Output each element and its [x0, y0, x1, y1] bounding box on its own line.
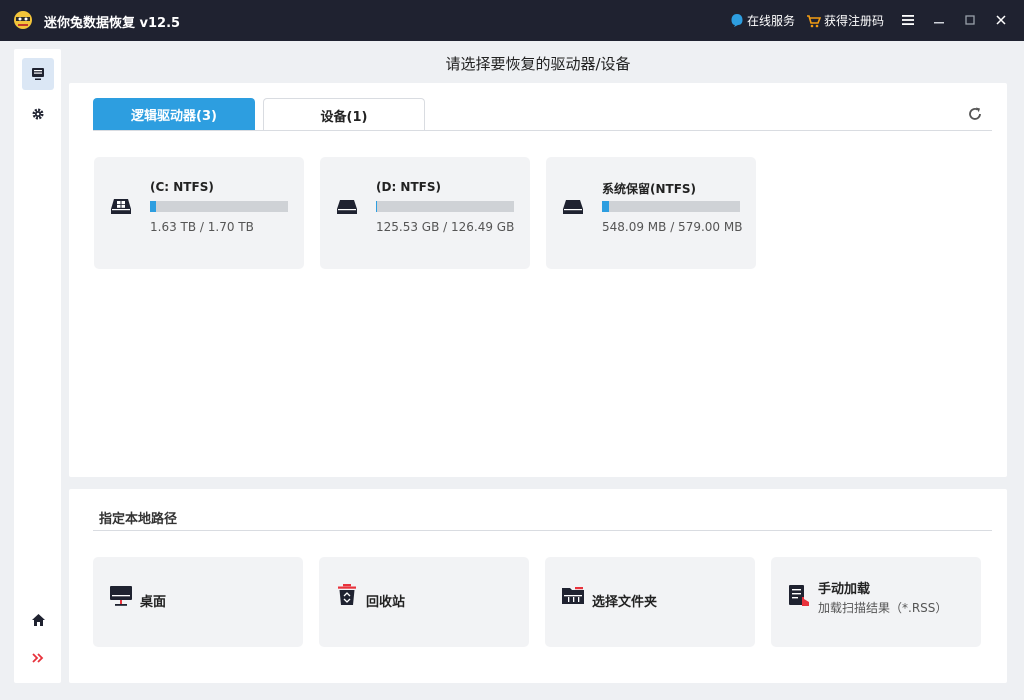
- drive-card-d[interactable]: (D: NTFS) 125.53 GB / 126.49 GB: [320, 157, 530, 269]
- path-card-label: 桌面: [140, 595, 167, 610]
- close-icon: [996, 15, 1006, 25]
- path-card-sublabel: 加载扫描结果（*.RSS）: [818, 601, 948, 615]
- drive-name: (C: NTFS): [150, 180, 214, 194]
- drive-usage-bar: [602, 201, 740, 212]
- hamburger-icon: [902, 15, 914, 25]
- gear-icon: [32, 108, 44, 120]
- windows-drive-icon: [111, 199, 131, 214]
- drive-name: (D: NTFS): [376, 180, 441, 194]
- folder-icon: [562, 587, 584, 604]
- tab-logical-drives[interactable]: 逻辑驱动器(3): [93, 98, 255, 131]
- drive-usage-bar: [150, 201, 288, 212]
- close-button[interactable]: [992, 11, 1010, 29]
- app-title: 迷你兔数据恢复 v12.5: [44, 16, 181, 31]
- path-card-label: 手动加载: [818, 582, 871, 597]
- app-logo-icon: [14, 11, 32, 29]
- computer-icon: [32, 68, 44, 80]
- online-service-link[interactable]: 在线服务: [730, 12, 795, 29]
- drive-card-c[interactable]: (C: NTFS) 1.63 TB / 1.70 TB: [94, 157, 304, 269]
- drive-panel: 逻辑驱动器(3) 设备(1) (C: NTFS) 1.63 TB / 1.70 …: [69, 83, 1007, 477]
- path-card-recycle-bin[interactable]: 回收站: [319, 557, 529, 647]
- sidebar: [14, 49, 61, 683]
- recycle-bin-icon: [338, 584, 356, 605]
- local-path-panel: 指定本地路径 桌面 回收站 选择文件夹 手动加载 加载扫描结果（*.RSS）: [69, 489, 1007, 683]
- hard-drive-icon: [563, 200, 583, 214]
- drive-size: 548.09 MB / 579.00 MB: [602, 220, 743, 234]
- home-icon: [31, 614, 45, 626]
- drive-size: 125.53 GB / 126.49 GB: [376, 220, 515, 234]
- chat-bubble-icon: [731, 14, 743, 27]
- sidebar-item-home[interactable]: [22, 604, 54, 636]
- local-path-title: 指定本地路径: [99, 512, 178, 527]
- path-card-manual-load[interactable]: 手动加载 加载扫描结果（*.RSS）: [771, 557, 981, 647]
- register-code-link[interactable]: 获得注册码: [806, 12, 884, 29]
- local-path-divider: [93, 530, 992, 531]
- online-service-label: 在线服务: [747, 14, 796, 28]
- drive-usage-fill: [150, 201, 156, 212]
- hard-drive-icon: [337, 200, 357, 214]
- path-card-label: 回收站: [366, 595, 406, 610]
- path-card-desktop[interactable]: 桌面: [93, 557, 303, 647]
- drive-usage-bar: [376, 201, 514, 212]
- maximize-button[interactable]: [961, 11, 979, 29]
- maximize-icon: [965, 15, 975, 25]
- drive-name: 系统保留(NTFS): [602, 182, 697, 196]
- drive-size: 1.63 TB / 1.70 TB: [150, 220, 254, 234]
- title-bar: 迷你兔数据恢复 v12.5 在线服务 获得注册码: [0, 0, 1024, 41]
- path-card-label: 选择文件夹: [592, 595, 658, 610]
- path-card-select-folder[interactable]: 选择文件夹: [545, 557, 755, 647]
- sidebar-item-recovery[interactable]: [22, 58, 54, 90]
- minimize-button[interactable]: [930, 11, 948, 29]
- sidebar-expand-button[interactable]: [22, 642, 54, 674]
- manual-load-icon: [789, 585, 809, 606]
- drive-card-system-reserved[interactable]: 系统保留(NTFS) 548.09 MB / 579.00 MB: [546, 157, 756, 269]
- refresh-icon[interactable]: [966, 105, 984, 123]
- tabs-divider: [93, 130, 992, 131]
- sidebar-item-settings[interactable]: [22, 98, 54, 130]
- tab-devices[interactable]: 设备(1): [263, 98, 425, 131]
- minimize-icon: [934, 22, 944, 24]
- drive-usage-fill: [376, 201, 378, 212]
- menu-button[interactable]: [899, 11, 917, 29]
- page-title: 请选择要恢复的驱动器/设备: [445, 55, 631, 73]
- drive-usage-fill: [602, 201, 609, 212]
- cart-icon: [807, 14, 821, 27]
- desktop-icon: [110, 586, 132, 606]
- double-chevron-right-icon: [32, 653, 44, 663]
- register-code-label: 获得注册码: [824, 14, 885, 28]
